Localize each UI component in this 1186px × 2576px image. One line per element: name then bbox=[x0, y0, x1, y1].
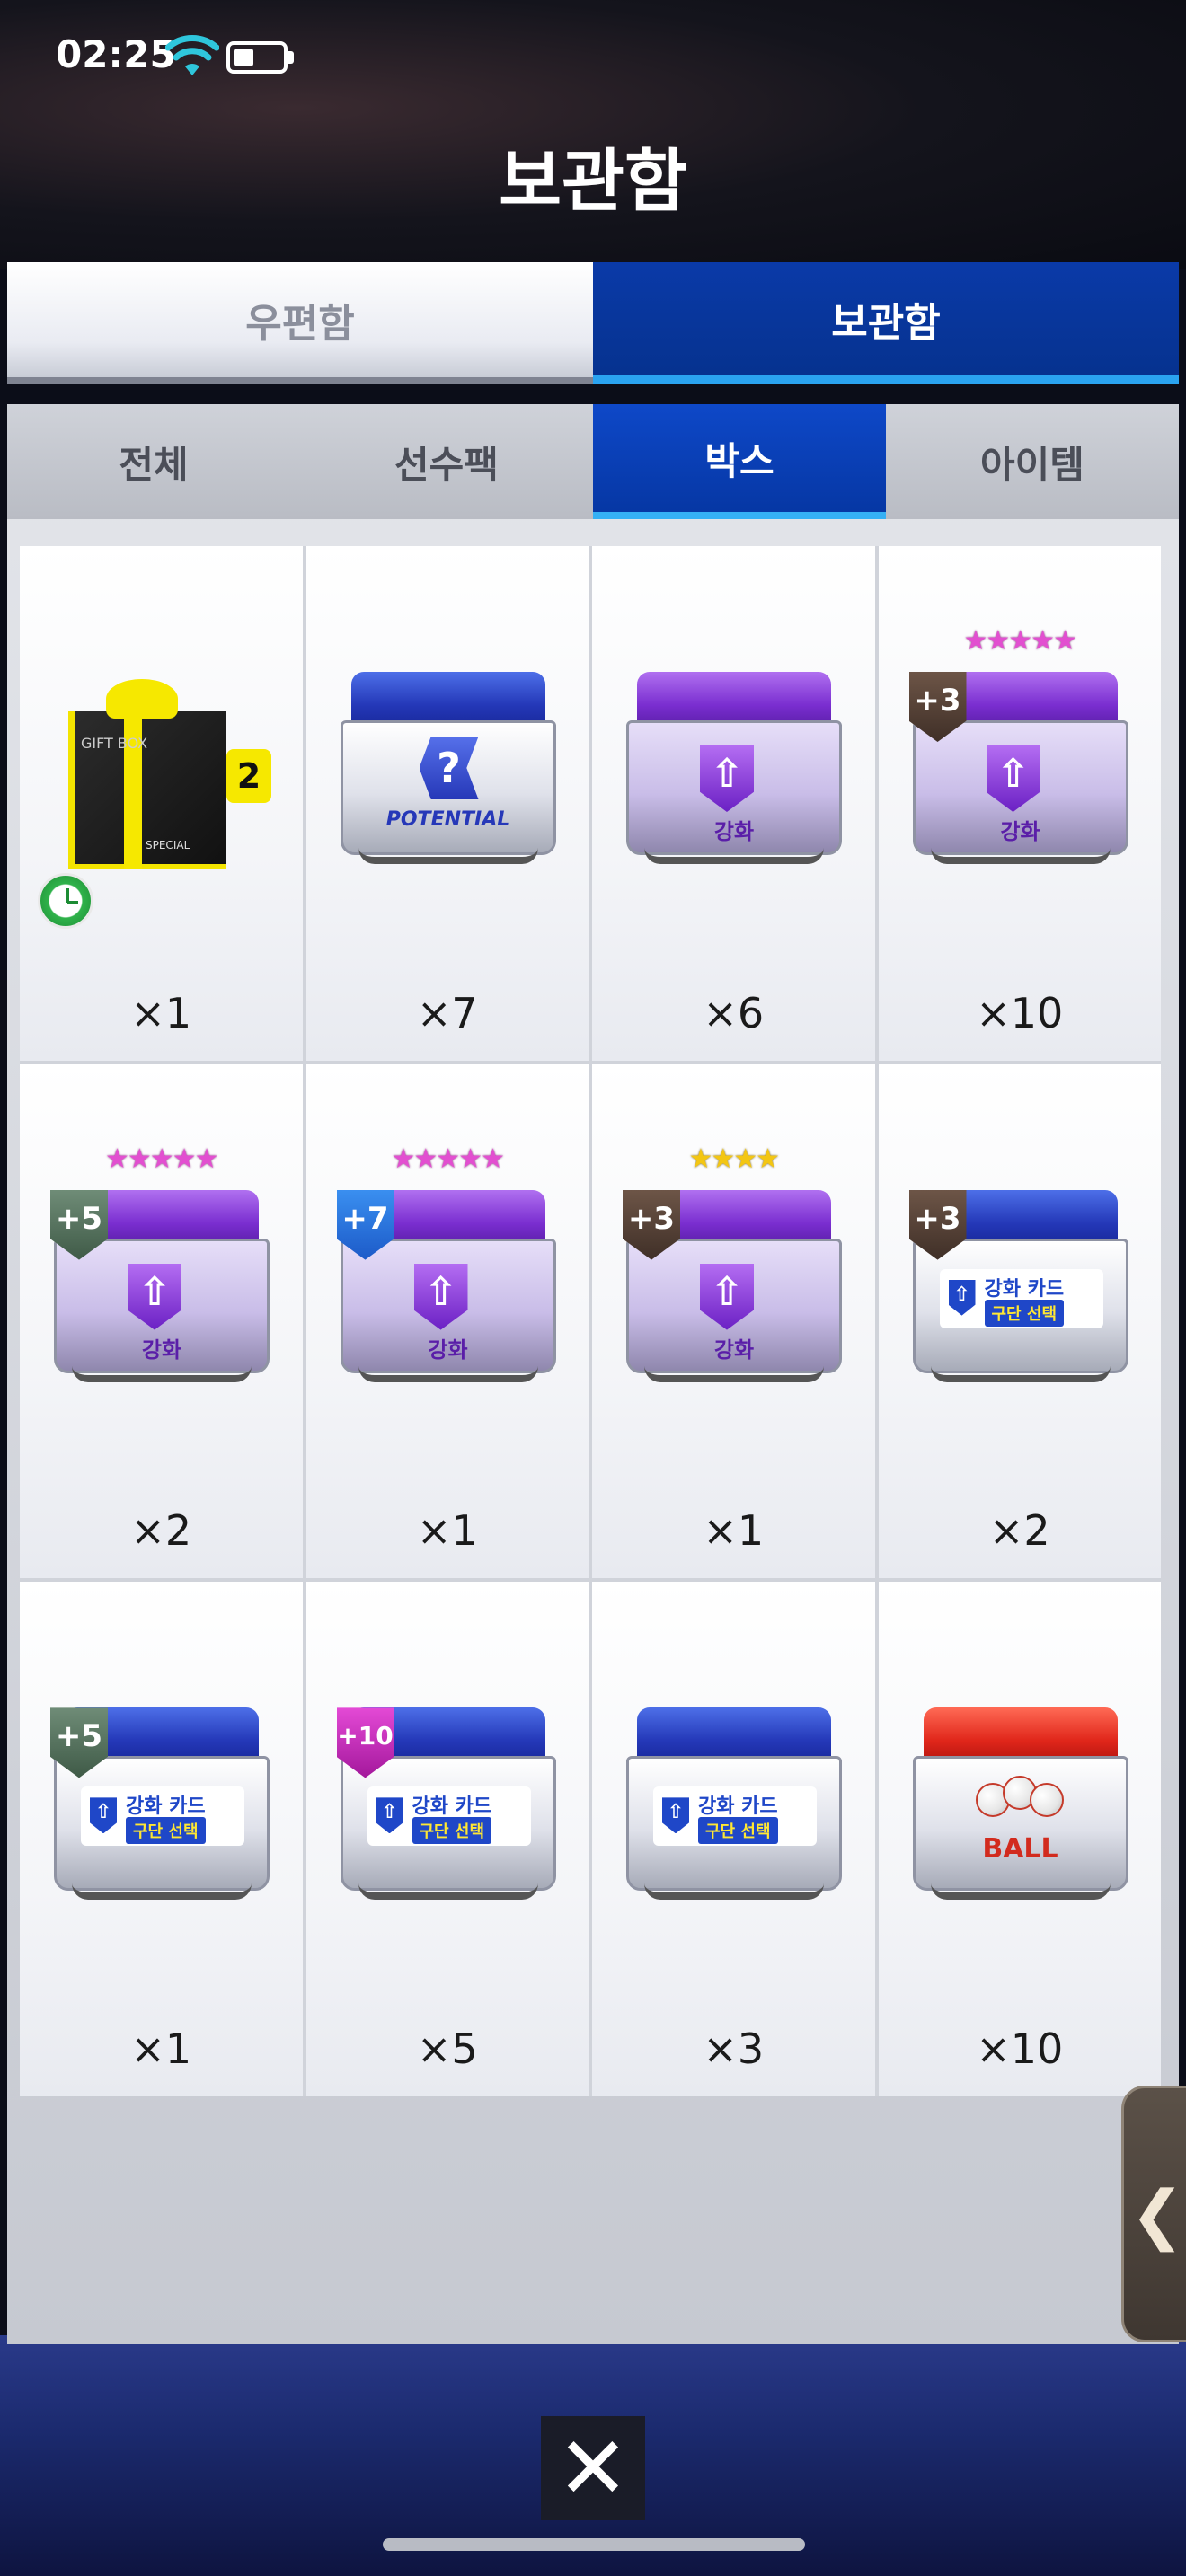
side-panel-toggle[interactable]: ❮ bbox=[1121, 2086, 1186, 2342]
enhance-arrow-icon: ⇧ bbox=[376, 1797, 403, 1834]
home-indicator[interactable] bbox=[383, 2538, 805, 2551]
gift-box-icon: GIFT BOX SPECIAL 2 bbox=[56, 663, 271, 878]
chevron-left-icon: ❮ bbox=[1129, 2176, 1185, 2252]
timer-clock-icon bbox=[38, 873, 93, 929]
card-sublabel: 구단 선택 bbox=[698, 1817, 778, 1845]
card-sign: ⇧ 강화 카드 구단 선택 bbox=[367, 1786, 531, 1847]
card-label: 강화 카드 bbox=[984, 1277, 1065, 1301]
item-cell[interactable]: +5 ⇧ 강화 카드 구단 선택 ×1 bbox=[20, 1582, 303, 2096]
close-button[interactable]: ✕ bbox=[541, 2416, 645, 2520]
item-count: ×5 bbox=[416, 2025, 478, 2073]
box-label: 강화 bbox=[141, 1337, 182, 1363]
star-rating: ★★★★★ bbox=[105, 1142, 218, 1175]
item-cell[interactable]: ★★★★★ +5 ⇧ 강화 ×2 bbox=[20, 1063, 303, 1579]
page-title: 보관함 bbox=[499, 141, 687, 221]
close-icon: ✕ bbox=[556, 2418, 630, 2519]
item-count: ×10 bbox=[976, 2025, 1064, 2073]
box-label: 강화 bbox=[713, 819, 755, 844]
potential-box-icon: ? POTENTIAL bbox=[340, 663, 556, 869]
item-count: ×1 bbox=[416, 1506, 478, 1556]
tab-box[interactable]: 박스 bbox=[593, 404, 886, 519]
item-cell[interactable]: BALL ×10 bbox=[878, 1582, 1161, 2096]
box-label: BALL bbox=[982, 1833, 1058, 1866]
card-label: 강화 카드 bbox=[412, 1795, 492, 1819]
main-tabs: 우편함 보관함 bbox=[7, 262, 1179, 384]
box-label: 강화 bbox=[1000, 819, 1040, 844]
box-label: 강화 bbox=[428, 1337, 468, 1363]
gift-box-text: GIFT BOX bbox=[81, 735, 148, 752]
tab-all[interactable]: 전체 bbox=[7, 404, 300, 519]
item-count: ×7 bbox=[416, 988, 478, 1037]
category-tabs: 전체 선수팩 박스 아이템 bbox=[7, 404, 1179, 519]
box-label: 강화 bbox=[713, 1337, 755, 1363]
status-time: 02:25 bbox=[56, 32, 176, 76]
star-rating: ★★★★★ bbox=[391, 1142, 505, 1175]
card-label: 강화 카드 bbox=[126, 1795, 206, 1819]
card-label: 강화 카드 bbox=[698, 1795, 778, 1819]
item-cell[interactable]: ★★★★ +3 ⇧ 강화 ×1 bbox=[592, 1063, 875, 1579]
enhance-arrow-icon: ⇧ bbox=[662, 1797, 689, 1834]
item-cell[interactable]: ★★★★★ +7 ⇧ 강화 ×1 bbox=[305, 1063, 589, 1579]
battery-icon bbox=[226, 41, 295, 74]
card-box-icon: ⇧ 강화 카드 구단 선택 bbox=[626, 1698, 842, 1905]
item-count: ×1 bbox=[703, 1506, 765, 1556]
item-count: ×10 bbox=[976, 988, 1064, 1037]
item-count: ×1 bbox=[130, 988, 192, 1037]
baseball-icon bbox=[975, 1776, 1066, 1819]
gift-box-subtext: SPECIAL bbox=[146, 839, 190, 851]
item-count: ×6 bbox=[703, 988, 765, 1037]
wifi-icon bbox=[165, 35, 219, 75]
ball-box-icon: BALL bbox=[912, 1698, 1128, 1905]
box-label: POTENTIAL bbox=[385, 808, 510, 831]
enhance-arrow-icon: ⇧ bbox=[948, 1279, 976, 1316]
item-cell[interactable]: GIFT BOX SPECIAL 2 ×1 bbox=[20, 546, 303, 1061]
card-sublabel: 구단 선택 bbox=[412, 1817, 492, 1845]
enhance-arrow-icon: ⇧ bbox=[90, 1797, 117, 1834]
tab-player-pack[interactable]: 선수팩 bbox=[300, 404, 593, 519]
item-cell[interactable]: ? POTENTIAL ×7 bbox=[305, 546, 589, 1061]
card-sign: ⇧ 강화 카드 구단 선택 bbox=[81, 1786, 244, 1847]
item-cell[interactable]: ★★★★★ +3 ⇧ 강화 ×10 bbox=[878, 546, 1161, 1061]
item-count: ×1 bbox=[130, 2025, 192, 2073]
card-sublabel: 구단 선택 bbox=[984, 1299, 1065, 1327]
tab-mailbox[interactable]: 우편함 bbox=[7, 262, 593, 384]
star-rating: ★★★★★ bbox=[963, 625, 1077, 657]
card-sign: ⇧ 강화 카드 구단 선택 bbox=[653, 1786, 817, 1847]
item-count: ×2 bbox=[988, 1506, 1050, 1556]
tab-storage[interactable]: 보관함 bbox=[593, 262, 1179, 384]
item-cell[interactable]: ⇧ 강화 카드 구단 선택 ×3 bbox=[592, 1582, 875, 2096]
storage-panel: 전체 선수팩 박스 아이템 GIFT BOX SPECIAL 2 ×1 ? PO… bbox=[7, 404, 1179, 2344]
item-count: ×3 bbox=[703, 2025, 765, 2073]
item-count: ×2 bbox=[130, 1506, 192, 1556]
status-bar: 02:25 bbox=[0, 0, 1186, 108]
item-cell[interactable]: ⇧ 강화 ×6 bbox=[592, 546, 875, 1061]
card-sublabel: 구단 선택 bbox=[126, 1817, 206, 1845]
star-rating: ★★★★ bbox=[688, 1142, 780, 1175]
tab-item[interactable]: 아이템 bbox=[886, 404, 1179, 519]
item-cell[interactable]: +3 ⇧ 강화 카드 구단 선택 ×2 bbox=[878, 1063, 1161, 1579]
card-sign: ⇧ 강화 카드 구단 선택 bbox=[939, 1268, 1103, 1328]
item-grid: GIFT BOX SPECIAL 2 ×1 ? POTENTIAL ×7 ⇧ 강… bbox=[20, 546, 1161, 2096]
item-cell[interactable]: +10 ⇧ 강화 카드 구단 선택 ×5 bbox=[305, 1582, 589, 2096]
enhance-box-icon: ⇧ 강화 bbox=[626, 663, 842, 869]
gift-tag: 2 bbox=[226, 749, 271, 803]
